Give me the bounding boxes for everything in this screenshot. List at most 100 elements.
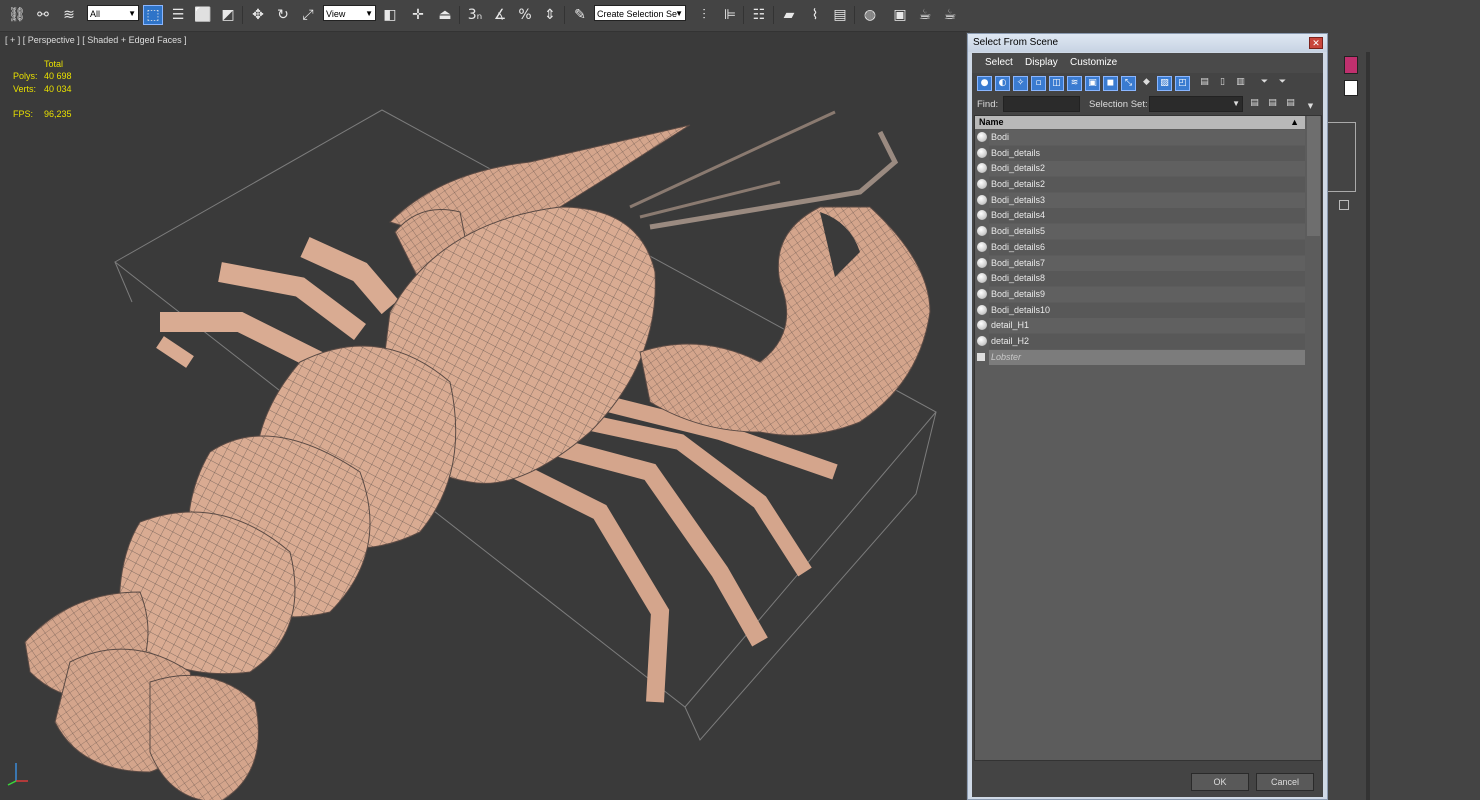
list-item-name: Bodi_details4 <box>989 208 1305 224</box>
main-toolbar: ⛓ ⚯ ≋ All ▼ ⬚ ☰ ⬜ ◩ ✥ ↻ ⤢ View ▼ ◧ ✛ ⏏ 3ₙ … <box>0 0 970 32</box>
display-bones-icon[interactable]: ⤡ <box>1121 76 1136 91</box>
display-helpers-icon[interactable]: ◫ <box>1049 76 1064 91</box>
list-item-group[interactable]: Lobster <box>975 349 1305 366</box>
list-item[interactable]: Bodi_details2 <box>975 177 1305 193</box>
list-item[interactable]: Bodi_details10 <box>975 302 1305 319</box>
modifier-list-dropdown[interactable] <box>1344 80 1358 96</box>
modifier-stack-area[interactable] <box>1326 122 1356 192</box>
rotate-icon[interactable]: ↻ <box>273 5 293 25</box>
rendered-frame-icon[interactable]: ☕ <box>915 5 935 25</box>
link-icon[interactable]: ⛓ <box>7 5 27 25</box>
dialog-title[interactable]: Select From Scene <box>968 34 1327 52</box>
select-none-icon[interactable]: ▯ <box>1215 76 1230 91</box>
list-item[interactable]: Bodi_details8 <box>975 271 1305 287</box>
command-panel[interactable] <box>1326 32 1480 800</box>
select-object-icon[interactable]: ⬚ <box>143 5 163 25</box>
list-item[interactable]: Bodi_details2 <box>975 161 1305 177</box>
selection-set-dropdown[interactable]: ▼ <box>1149 96 1243 112</box>
list-item[interactable]: Bodi_details9 <box>975 286 1305 303</box>
display-geometry-icon[interactable]: ● <box>977 76 992 91</box>
list-item[interactable]: Bodi_details5 <box>975 224 1305 240</box>
display-cameras-icon[interactable]: ▫ <box>1031 76 1046 91</box>
sphere-object-icon <box>977 320 987 331</box>
ok-button[interactable]: OK <box>1191 773 1249 791</box>
select-all-icon[interactable]: ▤ <box>1197 76 1212 91</box>
select-from-scene-dialog: Select From Scene ✕ Select Display Custo… <box>967 33 1328 800</box>
sphere-object-icon <box>977 226 987 237</box>
name-column-header[interactable]: Name ▲ <box>975 116 1305 129</box>
display-hidden-icon[interactable]: ◰ <box>1175 76 1190 91</box>
find-label: Find: <box>977 99 999 110</box>
spinner-snap-icon[interactable]: ⇕ <box>540 5 560 25</box>
angle-snap-icon[interactable]: ∡ <box>490 5 510 25</box>
list-item[interactable]: Bodi_details6 <box>975 239 1305 256</box>
add-to-selection-set-icon[interactable]: ▤ <box>1283 97 1298 112</box>
display-frozen-icon[interactable]: ▨ <box>1157 76 1172 91</box>
object-color-swatch[interactable] <box>1344 56 1358 74</box>
list-scrollbar[interactable] <box>1307 116 1320 236</box>
display-xrefs-icon[interactable]: ◼ <box>1103 76 1118 91</box>
list-item[interactable]: Bodi_details3 <box>975 192 1305 209</box>
sphere-object-icon <box>977 304 987 315</box>
display-shapes-icon[interactable]: ◐ <box>995 76 1010 91</box>
sphere-object-icon <box>977 163 987 174</box>
menu-select[interactable]: Select <box>985 57 1013 68</box>
snaps-toggle-icon[interactable]: 3ₙ <box>465 5 485 25</box>
list-item[interactable]: Bodi <box>975 130 1305 146</box>
edit-named-selection-icon[interactable]: ✎ <box>570 5 590 25</box>
filter-icon[interactable]: ⏷ <box>1257 76 1272 91</box>
scale-icon[interactable]: ⤢ <box>298 5 318 25</box>
pivot-center-icon[interactable]: ◧ <box>380 5 400 25</box>
curve-editor-icon[interactable]: ⌇ <box>805 5 825 25</box>
percent-snap-icon[interactable]: % <box>515 5 535 25</box>
select-invert-icon[interactable]: ▥ <box>1233 76 1248 91</box>
rectangle-selection-icon[interactable]: ⬜ <box>193 5 213 25</box>
find-input[interactable] <box>1003 96 1080 112</box>
bind-spacewarp-icon[interactable]: ≋ <box>59 5 79 25</box>
configure-modifier-sets-icon[interactable] <box>1339 200 1349 210</box>
display-containers-icon[interactable]: ◆ <box>1139 76 1154 91</box>
object-rows: Bodi Bodi_details Bodi_details2 Bodi_detail… <box>975 130 1305 365</box>
unlink-icon[interactable]: ⚯ <box>33 5 53 25</box>
create-selection-set-icon[interactable]: ▤ <box>1247 97 1262 112</box>
group-icon <box>977 352 985 361</box>
list-item[interactable]: Bodi_details <box>975 145 1305 162</box>
perspective-viewport[interactable]: [ + ] [ Perspective ] [ Shaded + Edged F… <box>0 32 966 800</box>
menu-display[interactable]: Display <box>1025 57 1058 68</box>
graphite-toolset-icon[interactable]: ▰ <box>779 5 799 25</box>
list-item[interactable]: detail_H2 <box>975 333 1305 350</box>
list-item-name: Bodi_details <box>989 145 1305 161</box>
select-manipulate-icon[interactable]: ✛ <box>408 5 428 25</box>
list-item[interactable]: Bodi_details7 <box>975 255 1305 272</box>
list-item[interactable]: detail_H1 <box>975 318 1305 334</box>
list-item-name: Bodi_details6 <box>989 239 1305 255</box>
named-selection-sets-dropdown[interactable]: Create Selection Se ▼ <box>594 5 686 21</box>
selection-filter-dropdown[interactable]: All ▼ <box>87 5 139 21</box>
display-lights-icon[interactable]: ✧ <box>1013 76 1028 91</box>
align-icon[interactable]: ⊫ <box>720 5 740 25</box>
object-list[interactable]: Name ▲ Bodi Bodi_details Bodi_details2 Bodi_… <box>974 115 1322 761</box>
dialog-footer: OK Cancel <box>972 763 1323 797</box>
options-arrow-icon[interactable]: ▼ <box>1303 100 1318 115</box>
window-crossing-icon[interactable]: ◩ <box>218 5 238 25</box>
menu-customize[interactable]: Customize <box>1070 57 1117 68</box>
cancel-button[interactable]: Cancel <box>1256 773 1314 791</box>
render-production-icon[interactable]: ☕ <box>940 5 960 25</box>
filter-options-icon[interactable]: ⏷ <box>1275 76 1290 91</box>
select-by-name-icon[interactable]: ☰ <box>168 5 188 25</box>
mirror-icon[interactable]: ⫶ <box>694 5 714 25</box>
schematic-view-icon[interactable]: ▤ <box>830 5 850 25</box>
keyboard-shortcut-icon[interactable]: ⏏ <box>435 5 455 25</box>
render-setup-icon[interactable]: ▣ <box>890 5 910 25</box>
layer-manager-icon[interactable]: ☷ <box>749 5 769 25</box>
remove-selection-set-icon[interactable]: ▤ <box>1265 97 1280 112</box>
material-editor-icon[interactable]: ◍ <box>860 5 880 25</box>
display-groups-icon[interactable]: ▣ <box>1085 76 1100 91</box>
reference-coordinate-dropdown[interactable]: View ▼ <box>323 5 376 21</box>
move-icon[interactable]: ✥ <box>248 5 268 25</box>
sphere-object-icon <box>977 273 987 284</box>
list-item[interactable]: Bodi_details4 <box>975 208 1305 224</box>
display-spacewarps-icon[interactable]: ≋ <box>1067 76 1082 91</box>
right-toolbar-area <box>970 0 1480 31</box>
close-icon[interactable]: ✕ <box>1309 37 1323 49</box>
